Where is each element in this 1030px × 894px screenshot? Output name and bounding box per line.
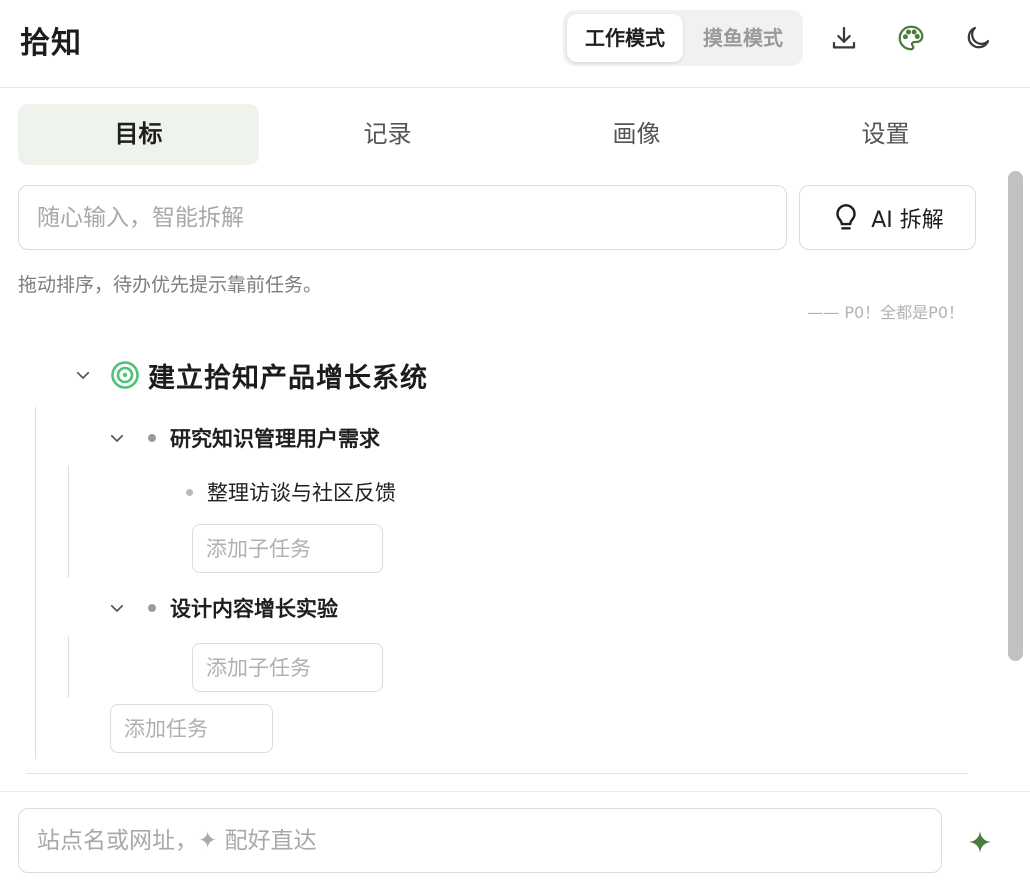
fish-mode-button[interactable]: 摸鱼模式 [687, 14, 799, 62]
subgoal-title: 研究知识管理用户需求 [170, 427, 380, 451]
lightbulb-icon [831, 201, 861, 235]
add-task-input[interactable] [110, 704, 273, 753]
subgoal-title: 设计内容增长实验 [170, 597, 338, 621]
bullet-dot [148, 604, 156, 612]
chevron-down-icon[interactable] [72, 364, 94, 386]
chevron-down-icon[interactable] [106, 597, 128, 619]
bullet-dot [148, 434, 156, 442]
goal-input[interactable] [18, 185, 787, 250]
sparkle-icon[interactable] [962, 824, 998, 860]
subgoal-row[interactable]: 研究知识管理用户需求 [106, 420, 380, 456]
target-icon [110, 360, 140, 390]
subgoal-tree-line [68, 466, 69, 578]
download-icon[interactable] [824, 18, 864, 58]
p0-note: —— P0！全都是P0！ [807, 303, 964, 322]
tab-bar: 目标 记录 画像 设置 [18, 104, 1008, 165]
tab-goals[interactable]: 目标 [18, 104, 259, 165]
mode-switch: 工作模式 摸鱼模式 [563, 10, 803, 66]
site-search-input[interactable] [18, 808, 942, 873]
chevron-down-icon[interactable] [106, 427, 128, 449]
sort-hint: 拖动排序，待办优先提示靠前任务。 [18, 274, 323, 296]
task-title: 整理访谈与社区反馈 [207, 481, 396, 505]
palette-icon[interactable] [891, 18, 931, 58]
ai-breakdown-button[interactable]: AI 拆解 [799, 185, 976, 250]
add-subtask-input[interactable] [192, 524, 383, 573]
bullet-dot [186, 488, 193, 496]
footer [0, 791, 1030, 894]
tab-profile[interactable]: 画像 [516, 104, 757, 165]
task-row[interactable]: 整理访谈与社区反馈 [186, 474, 396, 510]
tab-records[interactable]: 记录 [267, 104, 508, 165]
scrollbar-thumb[interactable] [1008, 171, 1023, 661]
subgoal-row[interactable]: 设计内容增长实验 [106, 590, 338, 626]
moon-icon[interactable] [958, 18, 998, 58]
work-mode-button[interactable]: 工作模式 [567, 14, 683, 62]
app-title: 拾知 [20, 26, 82, 61]
subgoal-tree-line [68, 636, 69, 698]
goal-row[interactable]: 建立拾知产品增长系统 [72, 352, 428, 398]
goal-title: 建立拾知产品增长系统 [148, 362, 428, 394]
ai-breakdown-label: AI 拆解 [871, 207, 944, 233]
tab-settings[interactable]: 设置 [765, 104, 1006, 165]
header: 拾知 工作模式 摸鱼模式 [0, 0, 1030, 88]
goal-tree-line [35, 407, 36, 759]
add-subtask-input[interactable] [192, 643, 383, 692]
app-window: 拾知 工作模式 摸鱼模式 目标 记录 画像 设置 随心输入，智能拆解 AI 拆解… [0, 0, 1030, 894]
divider [26, 773, 968, 774]
